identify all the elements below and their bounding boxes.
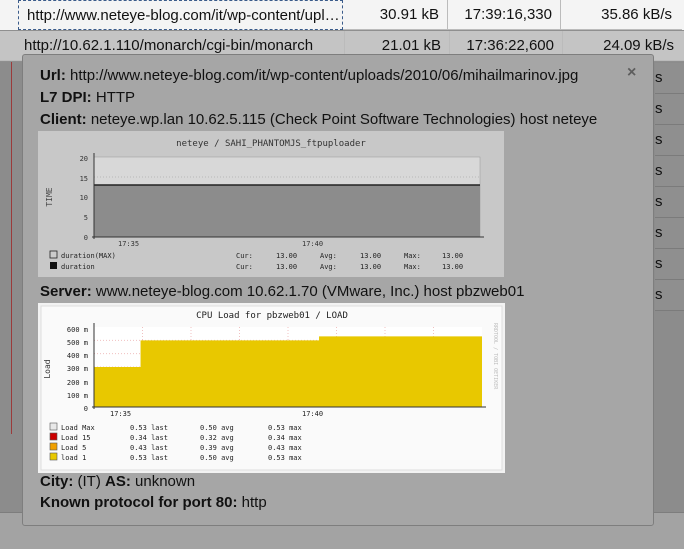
- url-label: Url:: [40, 67, 66, 84]
- rate-cell-edge: s: [655, 218, 684, 249]
- url-value: http://www.neteye-blog.com/it/wp-content…: [70, 67, 579, 84]
- stat-avg: 0.39 avg: [200, 444, 234, 452]
- url-line: Url: http://www.neteye-blog.com/it/wp-co…: [40, 67, 578, 84]
- legend-swatch: [49, 442, 58, 451]
- legend-swatch: [50, 262, 57, 269]
- duration-area: [94, 185, 480, 237]
- watermark-label: RRDTOOL / TOBI OETIKER: [492, 323, 498, 390]
- server-value: www.neteye-blog.com 10.62.1.70 (VMware, …: [95, 283, 525, 300]
- size-cell: 30.91 kB: [343, 0, 448, 30]
- server-label: Server:: [40, 283, 92, 300]
- table-row[interactable]: http://www.neteye-blog.com/it/wp-content…: [0, 0, 684, 30]
- stat-last: 0.43 last: [130, 444, 168, 452]
- url-cell[interactable]: http://www.neteye-blog.com/it/wp-content…: [18, 0, 343, 30]
- y-tick-label: 200 m: [67, 379, 88, 387]
- chart-title: neteye / SAHI_PHANTOMJS_ftpuploader: [176, 139, 366, 149]
- stat-avg: 0.50 avg: [200, 424, 234, 432]
- client-line: Client: neteye.wp.lan 10.62.5.115 (Check…: [40, 111, 597, 128]
- rate-cell-edge: s: [655, 249, 684, 280]
- stat-label: Max:: [404, 263, 421, 271]
- protocol-value: http: [241, 494, 267, 511]
- stat-value: 13.00: [442, 252, 463, 260]
- duration-graph: neteye / SAHI_PHANTOMJS_ftpuploader TIME…: [38, 131, 504, 277]
- chart-title: CPU Load for pbzweb01 / LOAD: [196, 311, 348, 321]
- legend-swatch: [49, 452, 58, 461]
- stat-label: Max:: [404, 252, 421, 260]
- rate-cell-edge: s: [655, 187, 684, 218]
- dpi-line: L7 DPI: HTTP: [40, 89, 135, 106]
- as-label: AS:: [105, 473, 131, 490]
- stat-value: 13.00: [442, 263, 463, 271]
- legend-label: load 1: [61, 454, 86, 462]
- duration-graph-svg: neteye / SAHI_PHANTOMJS_ftpuploader TIME…: [45, 139, 484, 271]
- legend-swatch: [49, 432, 58, 441]
- stat-label: Avg:: [320, 263, 337, 271]
- stat-avg: 0.32 avg: [200, 434, 234, 442]
- stat-avg: 0.50 avg: [200, 454, 234, 462]
- stat-value: 13.00: [360, 252, 381, 260]
- cpu-load-graph: CPU Load for pbzweb01 / LOAD Load RRDTOO…: [38, 303, 505, 473]
- close-icon[interactable]: ×: [627, 64, 636, 82]
- stat-value: 13.00: [276, 263, 297, 271]
- x-tick-label: 17:40: [302, 410, 323, 418]
- stat-value: 13.00: [360, 263, 381, 271]
- y-axis-label: TIME: [45, 187, 54, 206]
- stat-label: Cur:: [236, 263, 253, 271]
- protocol-line: Known protocol for port 80: http: [40, 494, 267, 511]
- cpu-load-graph-svg: CPU Load for pbzweb01 / LOAD Load RRDTOO…: [38, 303, 505, 473]
- y-tick-label: 15: [80, 175, 88, 183]
- server-line: Server: www.neteye-blog.com 10.62.1.70 (…: [40, 283, 524, 300]
- y-tick-label: 0: [84, 234, 88, 242]
- y-tick-label: 5: [84, 214, 88, 222]
- stat-value: 13.00: [276, 252, 297, 260]
- as-value: unknown: [135, 473, 196, 490]
- stat-last: 0.53 last: [130, 424, 168, 432]
- x-tick-label: 17:35: [118, 240, 139, 248]
- stat-max: 0.43 max: [268, 444, 302, 452]
- stat-max: 0.53 max: [268, 424, 302, 432]
- legend-label: Load 5: [61, 444, 86, 452]
- y-tick-label: 300 m: [67, 365, 88, 373]
- y-tick-label: 400 m: [67, 352, 88, 360]
- dpi-label: L7 DPI:: [40, 89, 92, 106]
- stat-last: 0.53 last: [130, 454, 168, 462]
- y-tick-label: 20: [80, 155, 88, 163]
- y-axis-label: Load: [43, 359, 52, 378]
- time-cell: 17:39:16,330: [448, 0, 561, 30]
- x-tick-label: 17:40: [302, 240, 323, 248]
- rate-cell-edge: s: [655, 63, 684, 94]
- stat-max: 0.34 max: [268, 434, 302, 442]
- rate-cell-edge: s: [655, 94, 684, 125]
- client-value: neteye.wp.lan 10.62.5.115 (Check Point S…: [90, 111, 598, 128]
- city-label: City:: [40, 473, 74, 490]
- stat-label: Avg:: [320, 252, 337, 260]
- dpi-value: HTTP: [95, 89, 136, 106]
- rate-cell-edge: s: [655, 125, 684, 156]
- stat-max: 0.53 max: [268, 454, 302, 462]
- stat-last: 0.34 last: [130, 434, 168, 442]
- y-tick-label: 100 m: [67, 392, 88, 400]
- city-line: City: (IT) AS: unknown: [40, 473, 195, 490]
- client-label: Client:: [40, 111, 87, 128]
- y-tick-label: 10: [80, 194, 88, 202]
- rate-cell-edge: s: [655, 280, 684, 311]
- legend-swatch: [49, 422, 58, 431]
- legend-swatch: [49, 250, 58, 259]
- legend-label: duration: [61, 263, 95, 271]
- rate-cell: 35.86 kB/s: [561, 0, 682, 30]
- legend-label: duration(MAX): [61, 252, 116, 260]
- x-tick-label: 17:35: [110, 410, 131, 418]
- legend-label: Load Max: [61, 424, 95, 432]
- table-border: [11, 62, 12, 434]
- protocol-label: Known protocol for port 80:: [40, 494, 238, 511]
- y-tick-label: 0: [84, 405, 88, 413]
- stat-label: Cur:: [236, 252, 253, 260]
- load-area: [94, 336, 482, 407]
- legend-label: Load 15: [61, 434, 91, 442]
- y-tick-label: 600 m: [67, 326, 88, 334]
- y-tick-label: 500 m: [67, 339, 88, 347]
- rate-cell-edge: s: [655, 156, 684, 187]
- city-value: (IT): [77, 473, 101, 490]
